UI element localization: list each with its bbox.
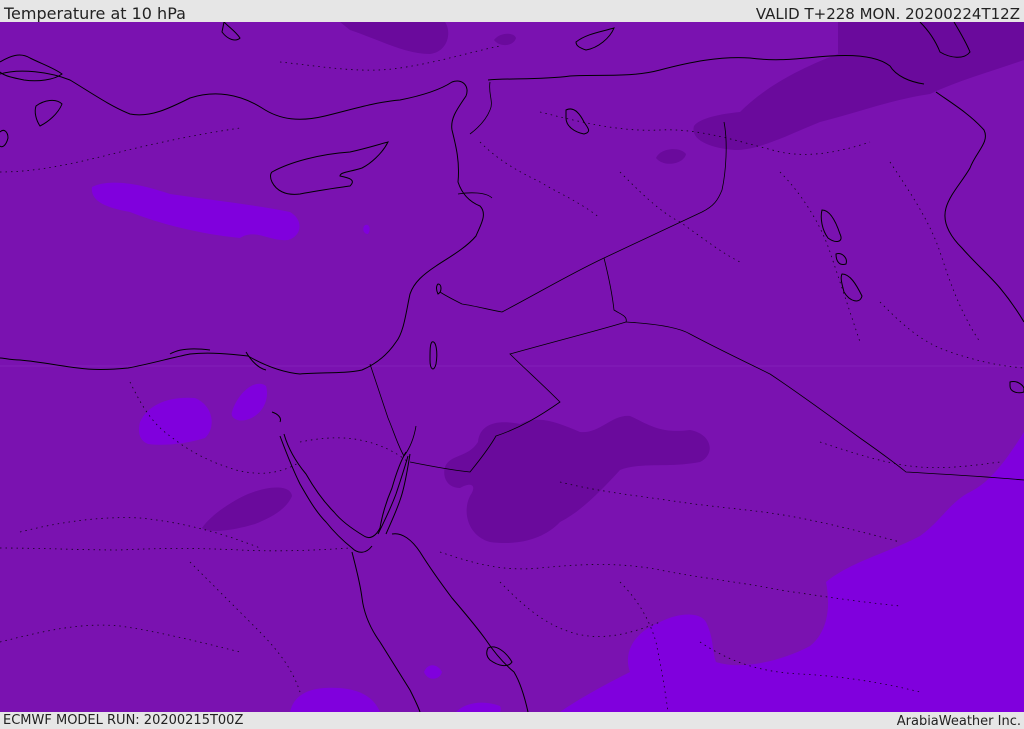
model-run-label: ECMWF MODEL RUN: 20200215T00Z [3,713,244,728]
map-canvas [0,22,1024,712]
header-bar: Temperature at 10 hPa VALID T+228 MON. 2… [0,0,1024,23]
valid-time-label: VALID T+228 MON. 20200224T12Z [755,5,1020,23]
temperature-map [0,22,1024,712]
footer-bar: ECMWF MODEL RUN: 20200215T00Z ArabiaWeat… [0,712,1024,729]
weather-map-frame: Temperature at 10 hPa VALID T+228 MON. 2… [0,0,1024,729]
credit-label: ArabiaWeather Inc. [896,714,1021,729]
map-title: Temperature at 10 hPa [4,4,186,23]
